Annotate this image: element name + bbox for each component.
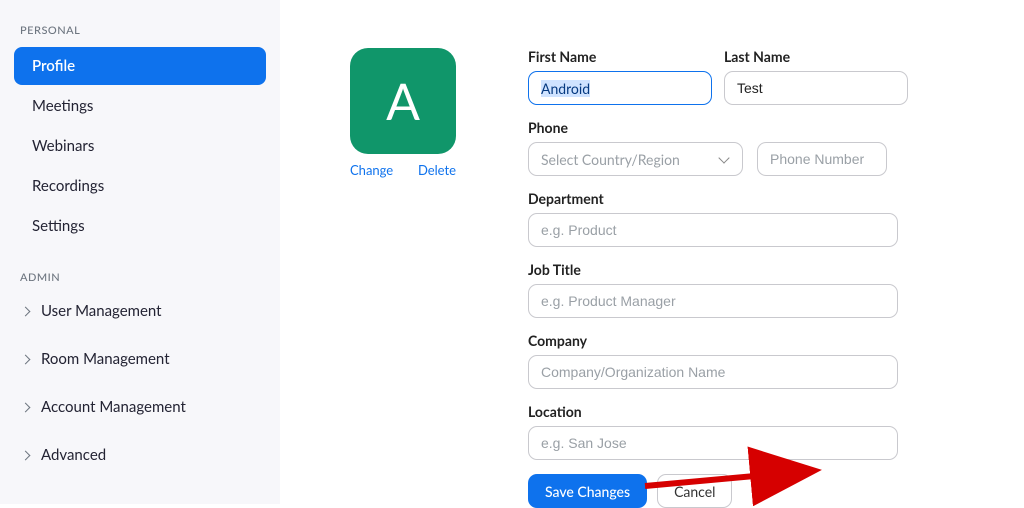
admin-item-user-management[interactable]: User Management <box>14 294 266 328</box>
job-title-input[interactable] <box>528 284 898 318</box>
admin-item-label: Account Management <box>41 398 186 416</box>
chevron-right-icon <box>21 354 31 364</box>
company-input[interactable] <box>528 355 898 389</box>
avatar-change-link[interactable]: Change <box>350 162 393 178</box>
cancel-button[interactable]: Cancel <box>657 474 732 508</box>
nav-item-profile[interactable]: Profile <box>14 47 266 85</box>
company-label: Company <box>528 332 908 349</box>
avatar: A <box>350 48 456 154</box>
admin-item-room-management[interactable]: Room Management <box>14 342 266 376</box>
nav-item-settings[interactable]: Settings <box>14 207 266 245</box>
nav-item-webinars[interactable]: Webinars <box>14 127 266 165</box>
chevron-down-icon <box>718 152 729 163</box>
nav-item-meetings[interactable]: Meetings <box>14 87 266 125</box>
admin-item-advanced[interactable]: Advanced <box>14 438 266 472</box>
form-actions: Save Changes Cancel <box>528 474 908 508</box>
admin-item-account-management[interactable]: Account Management <box>14 390 266 424</box>
chevron-right-icon <box>21 402 31 412</box>
last-name-input[interactable] <box>724 71 908 105</box>
profile-form: First Name Android Last Name Phone Selec… <box>528 48 908 484</box>
location-label: Location <box>528 403 908 420</box>
chevron-right-icon <box>21 450 31 460</box>
nav-items-personal: Profile Meetings Webinars Recordings Set… <box>14 47 266 245</box>
sidebar: PERSONAL Profile Meetings Webinars Recor… <box>0 0 280 504</box>
phone-label: Phone <box>528 119 908 136</box>
job-title-label: Job Title <box>528 261 908 278</box>
avatar-initial: A <box>386 71 420 131</box>
first-name-value: Android <box>541 80 590 97</box>
first-name-input[interactable]: Android <box>528 71 712 105</box>
last-name-label: Last Name <box>724 48 908 65</box>
department-label: Department <box>528 190 908 207</box>
location-input[interactable] <box>528 426 898 460</box>
chevron-right-icon <box>21 306 31 316</box>
country-region-select[interactable]: Select Country/Region <box>528 142 743 176</box>
main-content: A Change Delete First Name Android Last … <box>280 0 1024 504</box>
sidebar-header-admin: ADMIN <box>20 271 266 284</box>
department-input[interactable] <box>528 213 898 247</box>
nav-items-admin: User Management Room Management Account … <box>14 294 266 472</box>
admin-item-label: User Management <box>41 302 162 320</box>
save-changes-button[interactable]: Save Changes <box>528 474 647 508</box>
country-placeholder: Select Country/Region <box>541 151 680 168</box>
avatar-column: A Change Delete <box>350 48 470 484</box>
avatar-links: Change Delete <box>350 162 456 178</box>
admin-item-label: Room Management <box>41 350 170 368</box>
first-name-label: First Name <box>528 48 712 65</box>
admin-item-label: Advanced <box>41 446 106 464</box>
nav-item-recordings[interactable]: Recordings <box>14 167 266 205</box>
avatar-delete-link[interactable]: Delete <box>418 162 456 178</box>
phone-number-input[interactable] <box>757 142 887 176</box>
sidebar-header-personal: PERSONAL <box>20 24 266 37</box>
